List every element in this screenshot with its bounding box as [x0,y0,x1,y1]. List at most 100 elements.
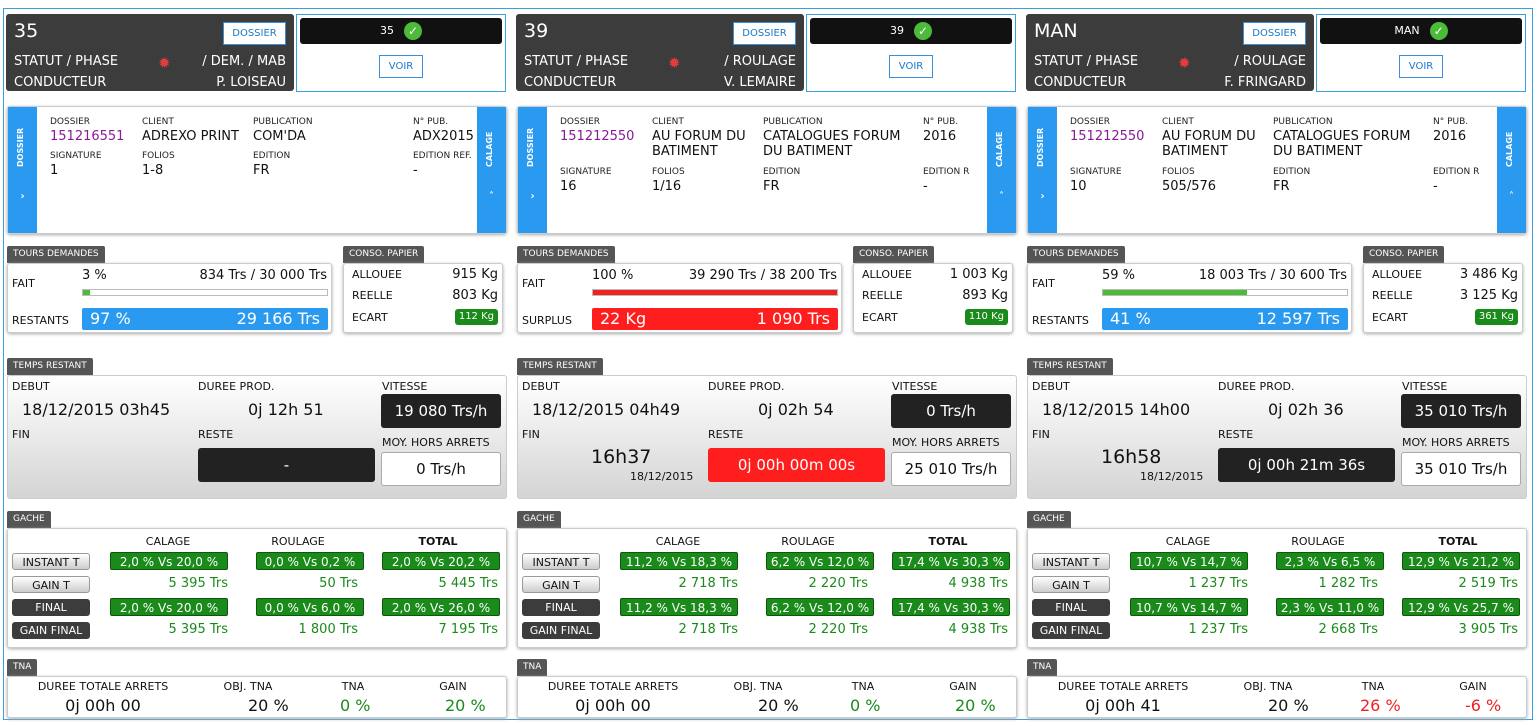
tna-label: TNA [1361,680,1385,693]
gain-calage: 1 237 Trs [1188,576,1249,591]
restants-trs: 12 597 Trs [1256,309,1340,328]
instant-button[interactable]: INSTANT T [1032,553,1110,570]
voir-button[interactable]: VOIR [889,55,933,78]
dossier-tab[interactable]: DOSSIER › [518,107,547,233]
tna-obj-value: 20 % [1268,696,1309,715]
instant-roulage: 6,2 % Vs 12,0 % [766,552,874,570]
tna-tag: TNA [1027,659,1058,676]
tna-value: 0 % [850,696,881,715]
instant-calage: 11,2 % Vs 18,3 % [620,552,738,570]
chevron-right-icon: › [20,191,25,202]
calage-header: CALAGE [655,535,701,548]
gache-box: CALAGE ROULAGE TOTAL INSTANT T 10,7 % Vs… [1027,528,1527,648]
dossier-card: DOSSIER › DOSSIER 151212550 CLIENT AU FOR… [517,106,1017,234]
final-button[interactable]: FINAL [12,599,90,616]
dossier-button[interactable]: DOSSIER [1243,22,1306,45]
chevron-up-icon: ˄ [489,191,494,202]
dossier-card: DOSSIER › DOSSIER 151216551 CLIENT ADREXO… [7,106,507,234]
dossier-button[interactable]: DOSSIER [223,22,286,45]
signature-label: SIGNATURE [560,167,612,177]
reste-label: RESTE [198,428,234,441]
calage-tab[interactable]: CALAGE ˄ [987,107,1016,233]
calage-tab[interactable]: CALAGE ˄ [1497,107,1526,233]
publication-label: PUBLICATION [1273,117,1333,127]
edition-ref-label: EDITION R [1433,167,1480,177]
client-label: CLIENT [142,117,174,127]
press-panel: 39 DOSSIER STATUT / PHASE ✹ / ROULAGE CO… [514,13,1019,719]
restants-label: RESTANTS [12,314,69,327]
allouee-label: ALLOUEE [1372,268,1422,281]
status-side: MAN ✓ VOIR [1316,14,1526,92]
gain-button[interactable]: GAIN T [12,576,90,593]
gain-button[interactable]: GAIN T [522,576,600,593]
dossier-tab[interactable]: DOSSIER › [1028,107,1057,233]
reelle-value: 893 Kg [962,288,1008,303]
tna-gain-value: 20 % [955,696,996,715]
edition-label: EDITION [763,167,801,177]
instant-button[interactable]: INSTANT T [12,553,90,570]
client-label: CLIENT [652,117,684,127]
calage-tab-label: CALAGE [1505,131,1514,167]
statut-value: / ROULAGE [724,54,796,69]
tna-duree-label: DUREE TOTALE ARRETS [547,680,679,693]
publication-label: PUBLICATION [253,117,313,127]
instant-calage: 10,7 % Vs 14,7 % [1130,552,1248,570]
moy-label: MOY. HORS ARRETS [1402,436,1510,449]
statut-label: STATUT / PHASE [14,54,119,69]
voir-button[interactable]: VOIR [1399,55,1443,78]
dossier-tab[interactable]: DOSSIER › [8,107,37,233]
final-button[interactable]: FINAL [1032,599,1110,616]
gain-button[interactable]: GAIN T [1032,576,1110,593]
fait-percent: 59 % [1102,268,1136,283]
duree-value: 0j 02h 54 [758,400,834,419]
fin-date: 18/12/2015 [1140,470,1204,483]
final-roulage: 2,3 % Vs 11,0 % [1276,598,1384,616]
restants-percent: 97 % [90,309,131,328]
instant-button[interactable]: INSTANT T [522,553,600,570]
temps-tag: TEMPS RESTANT [7,358,93,375]
conducteur-label: CONDUCTEUR [14,75,107,90]
moy-value: 0 Trs/h [381,452,501,486]
gain-final-roulage: 1 800 Trs [298,622,359,637]
panel-header: 39 DOSSIER STATUT / PHASE ✹ / ROULAGE CO… [516,14,804,91]
check-icon: ✓ [1429,22,1448,40]
edition-ref-value: - [1433,179,1438,194]
check-icon: ✓ [404,22,422,40]
gain-total: 4 938 Trs [948,576,1009,591]
statut-value: / DEM. / MAB [202,54,286,69]
gain-final-button[interactable]: GAIN FINAL [12,622,90,639]
folios-label: FOLIOS [652,167,685,177]
gain-final-button[interactable]: GAIN FINAL [1032,622,1110,639]
voir-button[interactable]: VOIR [379,55,423,78]
reelle-label: REELLE [352,289,393,302]
tours-tag: TOURS DEMANDES [517,246,615,263]
edition-value: FR [1273,179,1290,194]
gache-tag: GACHE [517,511,561,528]
allouee-value: 915 Kg [452,267,498,282]
gain-final-button[interactable]: GAIN FINAL [522,622,600,639]
tours-box: FAIT 100 % 39 290 Trs / 38 200 Trs SURPL… [517,263,842,333]
roulage-header: ROULAGE [781,535,835,548]
calage-tab[interactable]: CALAGE ˄ [477,107,506,233]
gache-box: CALAGE ROULAGE TOTAL INSTANT T 11,2 % Vs… [517,528,1017,648]
status-number: 35 [380,24,394,37]
calage-tab-label: CALAGE [995,131,1004,167]
ecart-label: ECART [1372,311,1408,324]
dossier-button[interactable]: DOSSIER [733,22,796,45]
reste-label: RESTE [708,428,744,441]
chevron-right-icon: › [530,191,535,202]
status-number: 39 [890,24,904,37]
gache-tag: GACHE [7,511,51,528]
final-button[interactable]: FINAL [522,599,600,616]
fait-trs: 18 003 Trs / 30 600 Trs [1198,268,1347,283]
tna-obj-label: OBJ. TNA [223,680,273,693]
conducteur-value: F. FRINGARD [1224,75,1306,90]
restants-bar: 41 % 12 597 Trs [1102,308,1348,330]
conducteur-value: P. LOISEAU [216,75,286,90]
tna-obj-label: OBJ. TNA [733,680,783,693]
instant-total: 17,4 % Vs 30,3 % [892,552,1010,570]
publication-label: PUBLICATION [763,117,823,127]
fait-percent: 100 % [592,268,634,283]
tours-tag: TOURS DEMANDES [7,246,105,263]
fait-label: FAIT [1032,277,1055,290]
